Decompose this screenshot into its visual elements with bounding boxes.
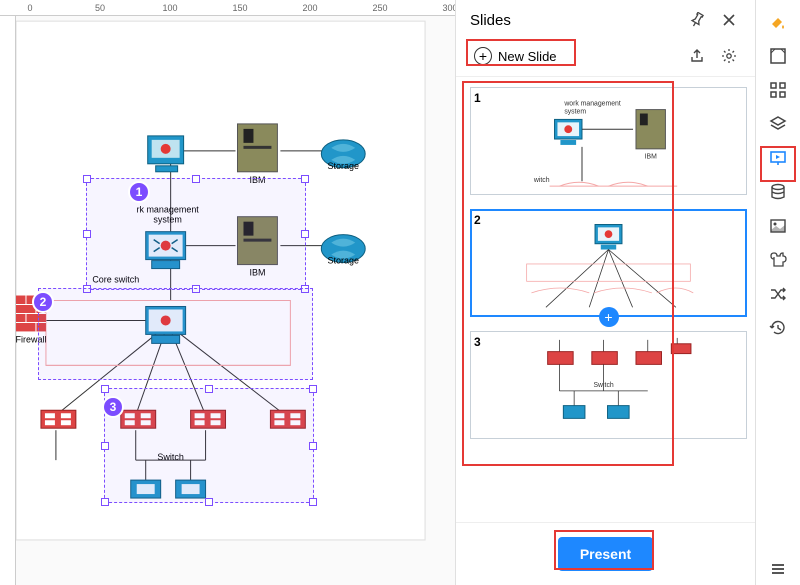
marker-1[interactable]: 1 (128, 181, 150, 203)
ruler-tick-100: 100 (162, 3, 177, 13)
slide-thumb-2[interactable]: 2 + (470, 209, 747, 317)
slides-panel: Slides + New Slide (456, 0, 756, 585)
selection-1[interactable] (86, 178, 306, 290)
data-icon[interactable] (762, 176, 794, 208)
slide-thumb-1[interactable]: 1 work managementsystem IBM witch (470, 87, 747, 195)
horizontal-ruler: 0 50 100 150 200 250 300 (0, 0, 455, 16)
slide-thumb-3[interactable]: 3 Switch (470, 331, 747, 439)
pin-icon[interactable] (685, 8, 709, 32)
storage-label-1: Storage (328, 161, 359, 171)
gear-icon[interactable] (717, 44, 741, 68)
storage-label-2: Storage (328, 256, 359, 266)
thumb-number: 2 (474, 213, 481, 227)
image-icon[interactable] (762, 210, 794, 242)
svg-text:work managementsystem: work managementsystem (563, 101, 621, 116)
share-icon[interactable] (685, 44, 709, 68)
ruler-tick-0: 0 (27, 3, 32, 13)
add-slide-after-icon[interactable]: + (599, 307, 619, 327)
svg-text:IBM: IBM (645, 154, 657, 161)
drawing-canvas[interactable]: rk managementsystem IBM Storage (16, 16, 455, 585)
ruler-tick-300: 300 (442, 3, 456, 13)
plus-icon: + (474, 47, 492, 65)
plugin-icon[interactable] (762, 244, 794, 276)
selection-2[interactable] (38, 288, 313, 380)
presentation-icon[interactable] (762, 142, 794, 174)
thumb-number: 1 (474, 91, 481, 105)
present-button[interactable]: Present (558, 537, 653, 571)
fill-icon[interactable] (762, 6, 794, 38)
layers-icon[interactable] (762, 108, 794, 140)
history-icon[interactable] (762, 312, 794, 344)
vertical-ruler (0, 16, 16, 585)
marker-2[interactable]: 2 (32, 291, 54, 313)
canvas-area[interactable]: 0 50 100 150 200 250 300 (0, 0, 456, 585)
svg-text:witch: witch (533, 177, 550, 184)
panel-title: Slides (470, 12, 677, 29)
selection-3[interactable] (104, 388, 314, 503)
slide-thumbnails[interactable]: 1 work managementsystem IBM witch 2 (456, 77, 755, 522)
shuffle-icon[interactable] (762, 278, 794, 310)
grid-icon[interactable] (762, 74, 794, 106)
new-slide-button[interactable]: + New Slide (470, 45, 561, 67)
menu-icon[interactable] (762, 553, 794, 585)
new-slide-label: New Slide (498, 49, 557, 64)
ruler-tick-200: 200 (302, 3, 317, 13)
marker-3[interactable]: 3 (102, 396, 124, 418)
ruler-tick-50: 50 (95, 3, 105, 13)
ruler-tick-150: 150 (232, 3, 247, 13)
format-icon[interactable] (762, 40, 794, 72)
right-rail (756, 0, 800, 585)
ruler-tick-250: 250 (372, 3, 387, 13)
thumb-number: 3 (474, 335, 481, 349)
close-icon[interactable] (717, 8, 741, 32)
